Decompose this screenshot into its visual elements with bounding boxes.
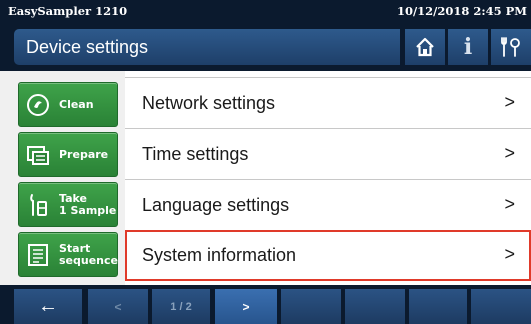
tools-icon [501,37,520,57]
home-icon [416,37,434,57]
menu-item-system-information[interactable]: System information > [125,230,531,281]
previous-page-button[interactable]: < [88,289,148,324]
prepare-label: Prepare [59,147,109,161]
menu-item-label: System information [142,245,297,265]
clean-icon [27,94,49,116]
info-icon: i [463,34,473,60]
clean-label: Clean [59,97,94,111]
footer-empty-slot [409,289,467,324]
tools-button[interactable] [491,29,531,65]
menu-item-network-settings[interactable]: Network settings > [125,77,531,128]
page-indicator: 1 / 2 [152,289,210,324]
menu-item-label: Language settings [142,195,290,215]
status-bar: EasySampler 1210 10/12/2018 2:45 PM [0,0,531,23]
menu-item-language-settings[interactable]: Language settings > [125,179,531,230]
prepare-icon [27,146,49,165]
settings-menu: Network settings > Time settings > Langu… [125,77,531,281]
start-sequence-button[interactable]: Start sequence [18,232,118,277]
chevron-right-icon: > [504,92,515,112]
page-indicator-text: 1 / 2 [170,300,192,313]
chevron-right-icon: > [504,143,515,163]
next-page-button[interactable]: > [215,289,277,324]
chevron-right-icon: > [504,194,515,214]
arrow-left-icon: ← [38,295,58,317]
menu-item-label: Network settings [142,93,276,113]
start-sequence-icon [28,244,48,266]
footer-empty-slot [281,289,341,324]
previous-page-label: < [114,299,122,314]
clean-button[interactable]: Clean [18,82,118,127]
home-button[interactable] [405,29,445,65]
action-sidebar: Clean Prepare Take 1 Sample Start sequen… [0,71,125,285]
start-sequence-label: Start sequence [59,241,118,267]
footer-empty-slot [345,289,405,324]
footer-toolbar: ← < 1 / 2 > [0,285,531,324]
back-button[interactable]: ← [14,289,82,324]
device-name: EasySampler 1210 [8,4,128,18]
footer-empty-slot [471,289,531,324]
next-page-label: > [242,299,250,314]
take-sample-icon [30,194,47,216]
title-panel: Device settings [14,29,400,65]
take-sample-label: Take 1 Sample [59,191,117,217]
header: Device settings i [0,23,531,71]
menu-item-label: Time settings [142,144,249,164]
date-time: 10/12/2018 2:45 PM [396,4,527,18]
chevron-right-icon: > [504,244,515,264]
take-sample-button[interactable]: Take 1 Sample [18,182,118,227]
prepare-button[interactable]: Prepare [18,132,118,177]
menu-item-time-settings[interactable]: Time settings > [125,128,531,179]
page-title: Device settings [26,37,149,57]
info-button[interactable]: i [448,29,488,65]
